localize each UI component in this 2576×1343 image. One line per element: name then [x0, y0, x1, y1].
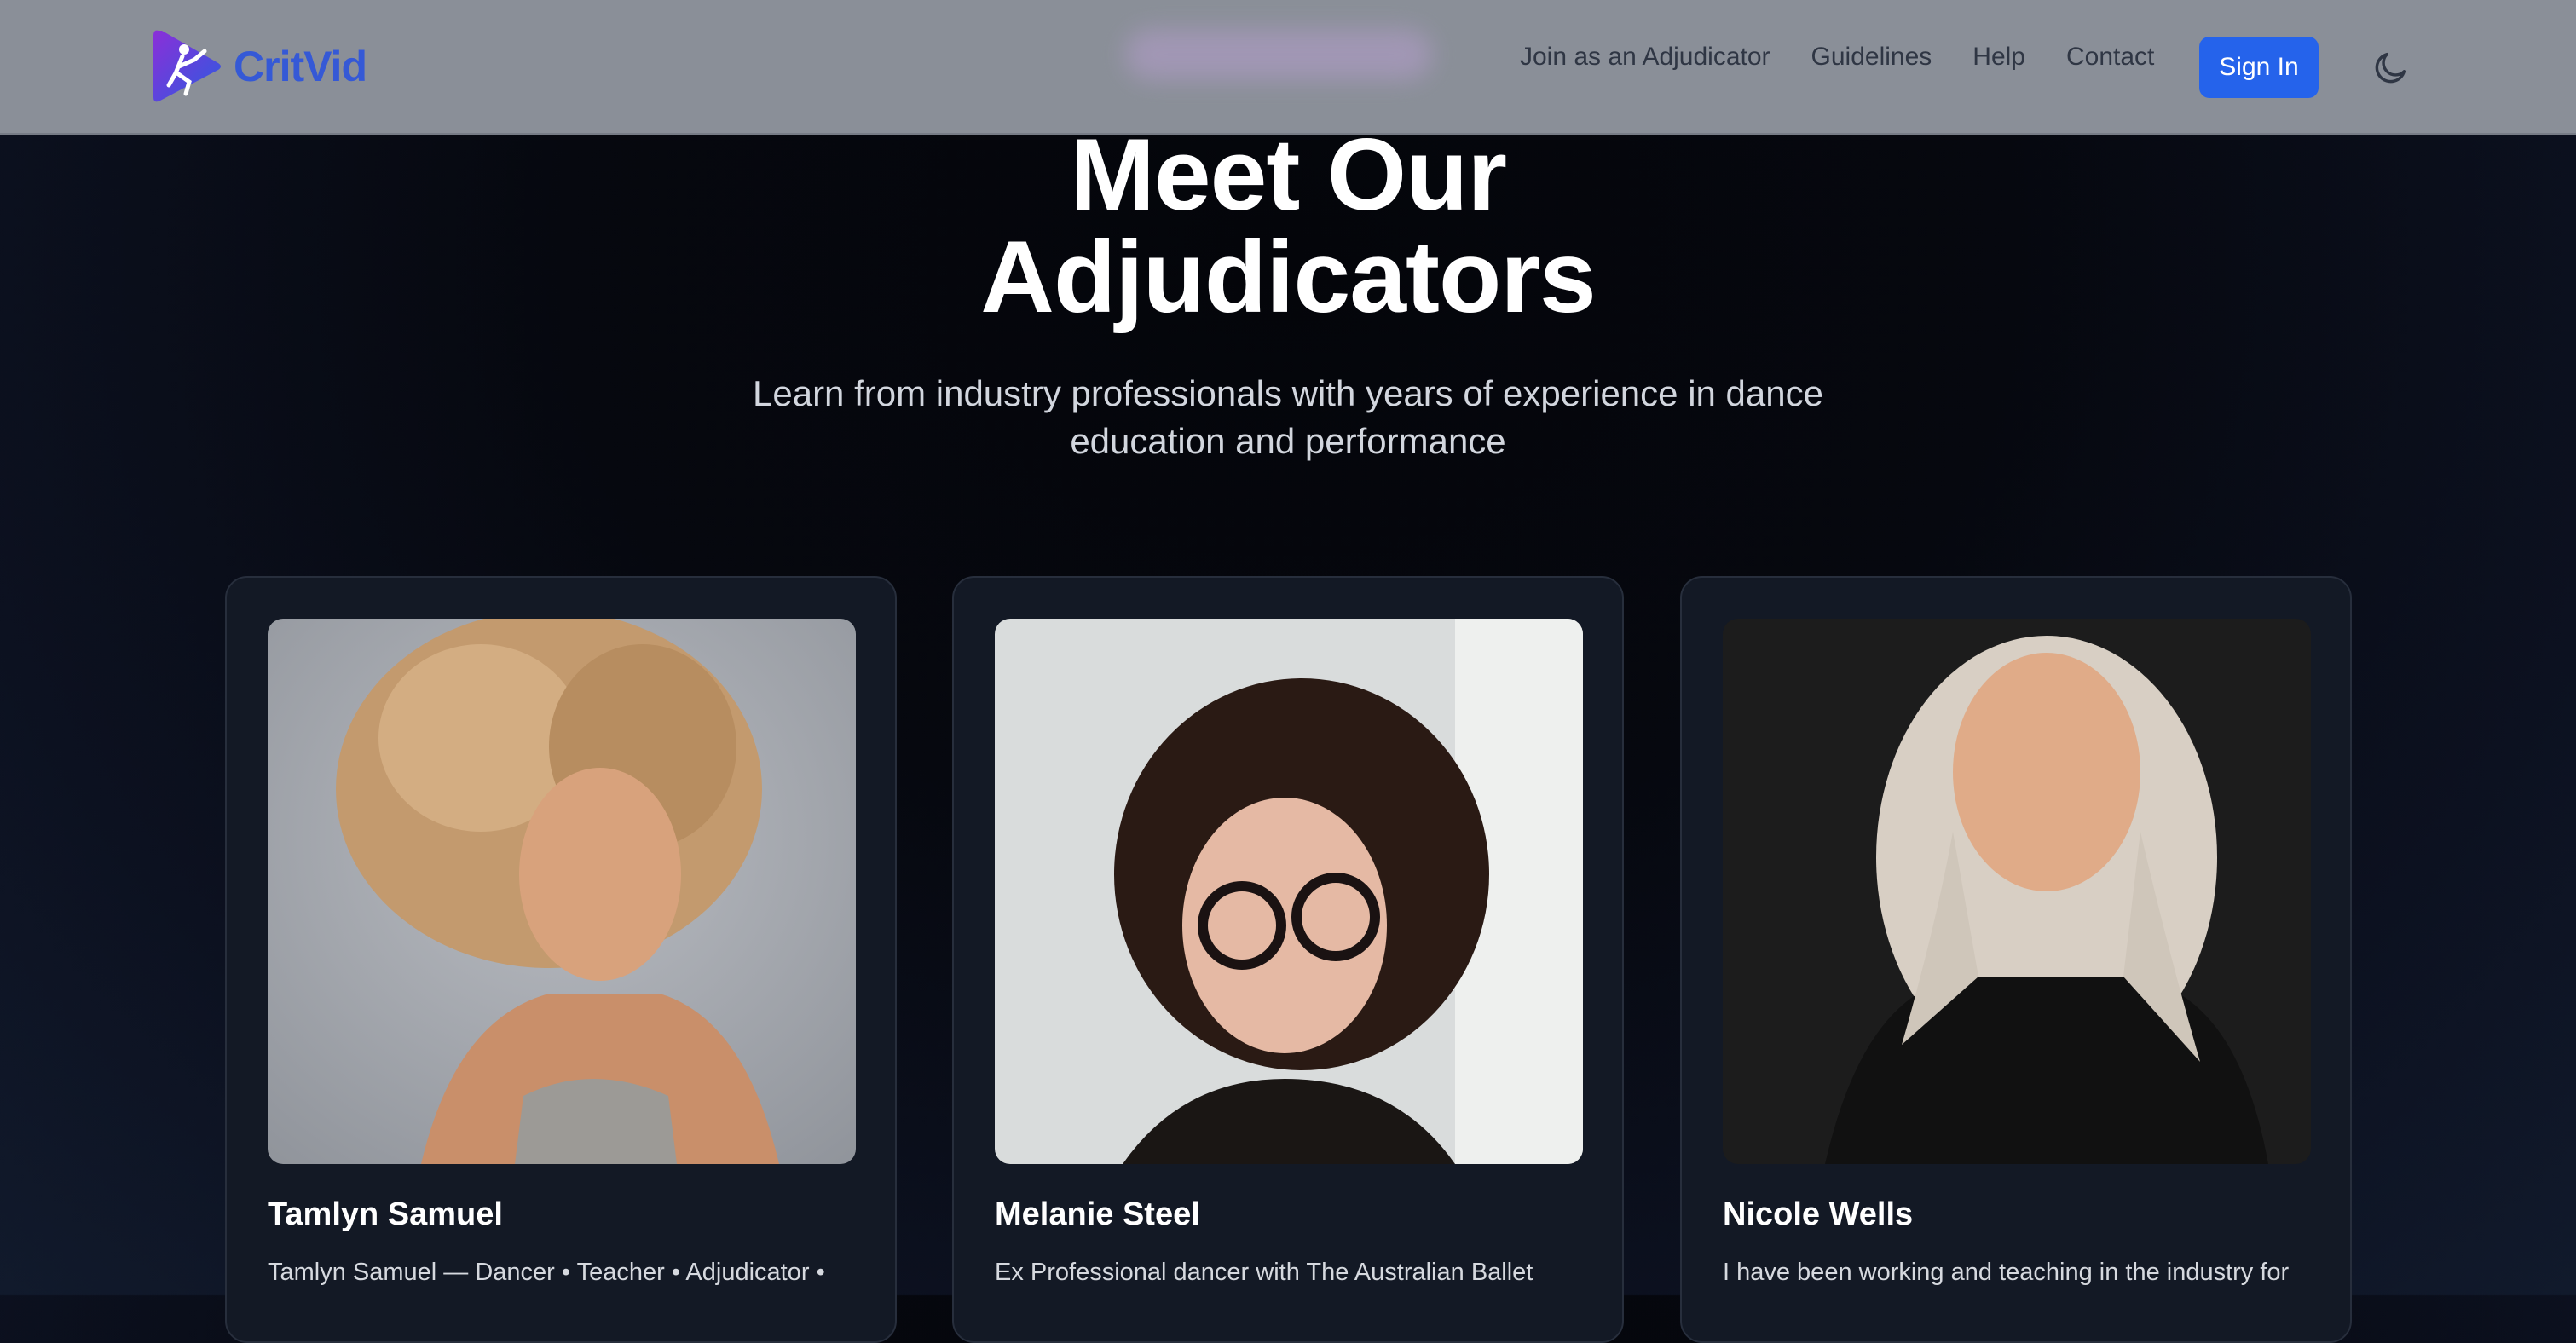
nav-help-link[interactable]: Help — [1972, 43, 2025, 72]
page-title: Meet Our Adjudicators — [0, 124, 2576, 328]
moon-icon[interactable] — [2371, 48, 2411, 87]
play-dancer-logo-icon — [153, 30, 221, 102]
portrait-photo — [268, 619, 856, 1164]
adjudicator-bio: I have been working and teaching in the … — [1723, 1259, 2290, 1286]
brand-logo-link[interactable]: CritVid — [150, 26, 367, 107]
page-title-line: Meet Our Adjudicators — [980, 118, 1596, 334]
adjudicator-name: Nicole Wells — [1723, 1196, 1914, 1232]
adjudicator-card[interactable]: Nicole Wells I have been working and tea… — [1680, 576, 2352, 1343]
adjudicator-card[interactable]: Melanie Steel Ex Professional dancer wit… — [952, 576, 1624, 1343]
adjudicator-bio: Tamlyn Samuel — Dancer • Teacher • Adjud… — [268, 1259, 825, 1286]
adjudicator-name: Tamlyn Samuel — [268, 1196, 503, 1232]
adjudicator-bio: Ex Professional dancer with The Australi… — [995, 1259, 1533, 1286]
nav-join-adjudicator-link[interactable]: Join as an Adjudicator — [1520, 43, 1770, 72]
adjudicator-photo — [268, 619, 856, 1164]
page-subtitle: Learn from industry professionals with y… — [753, 373, 1823, 461]
brand-name: CritVid — [234, 43, 367, 90]
adjudicator-photo — [995, 619, 1583, 1164]
adjudicator-name: Melanie Steel — [995, 1196, 1200, 1232]
nav-guidelines-link[interactable]: Guidelines — [1811, 43, 1932, 72]
adjudicator-card[interactable]: Tamlyn Samuel Tamlyn Samuel — Dancer • T… — [225, 576, 897, 1343]
adjudicator-photo — [1723, 619, 2311, 1164]
top-navbar: CritVid Join as an Adjudicator Guideline… — [0, 0, 2576, 135]
nav-links: Join as an Adjudicator Guidelines Help C… — [1520, 43, 2195, 72]
nav-contact-link[interactable]: Contact — [2066, 43, 2154, 72]
sign-in-button[interactable]: Sign In — [2199, 37, 2319, 98]
blurred-nav-element — [1125, 29, 1432, 80]
portrait-photo — [995, 619, 1583, 1164]
portrait-photo — [1723, 619, 2311, 1164]
